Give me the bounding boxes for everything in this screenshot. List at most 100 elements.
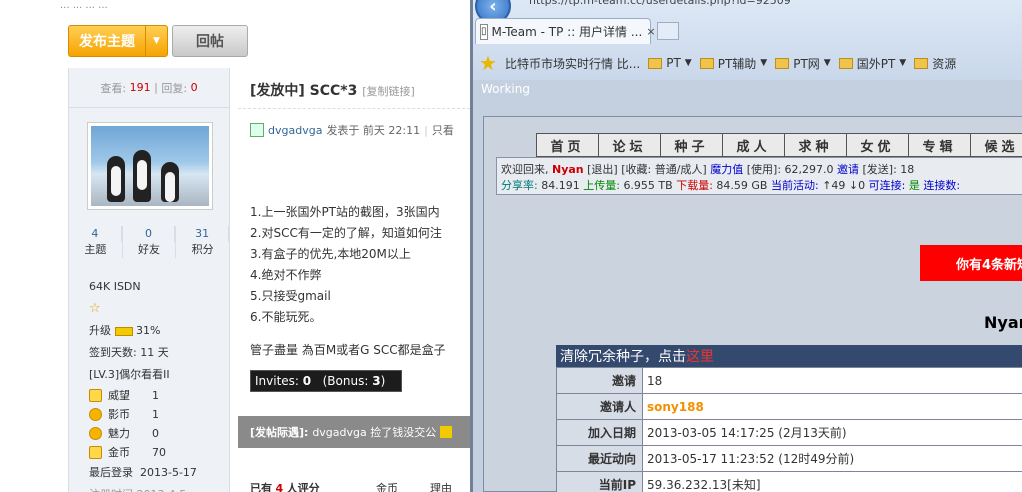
copy-link[interactable]: [复制链接] [362, 85, 415, 98]
stats-separator: | [154, 81, 158, 94]
folder-icon [648, 57, 663, 69]
nav-item-home[interactable]: 首页 [536, 133, 598, 157]
top-cut-text: ... ... ... ... [60, 0, 108, 11]
favorites-star-icon[interactable]: ★ [479, 51, 497, 75]
magic-link[interactable]: 魔力值 [710, 163, 743, 176]
username-link[interactable]: Nyan [552, 163, 584, 176]
table-row: 最近动向 2013-05-17 11:23:52 (12时49分前) [556, 445, 1022, 472]
luck-tag: [发帖际遇]: [250, 426, 309, 439]
view-only-author[interactable]: 只看 [432, 122, 454, 138]
favorites-folder[interactable]: 资源 [914, 55, 956, 72]
last-login-label: 最后登录 [89, 466, 133, 479]
folder-icon [775, 57, 790, 69]
folder-icon [699, 57, 714, 69]
gold-icon [89, 446, 102, 459]
browser-window: ‹ https://tp.m-team.cc/userdetails.php?i… [470, 0, 1022, 492]
replies-label: 回复: [161, 81, 188, 95]
attr-value: 70 [152, 446, 166, 459]
penguin-shape [107, 156, 125, 202]
info-line-2: 分享率: 84.191 上传量: 6.955 TB 下载量: 84.59 GB … [501, 178, 1022, 194]
friends-count[interactable]: 0 好友 [123, 226, 177, 258]
rated-suffix: 人评分 [286, 482, 320, 492]
folder-icon [914, 57, 929, 69]
attr-label: 魅力 [108, 427, 130, 440]
thread-stats: 查看: 191 | 回复: 0 [69, 68, 229, 108]
invite-link[interactable]: 邀请 [837, 163, 859, 176]
row-value: 18 [642, 367, 1022, 394]
reply-button[interactable]: 回帖 [172, 25, 248, 57]
new-tab-button[interactable] [657, 22, 679, 40]
favorites-folder[interactable]: PT ▼ [648, 56, 692, 70]
nav-item-albums[interactable]: 专辑 [908, 133, 970, 157]
forum-page: ... ... ... ... 发布主题 ▼ 回帖 查看: 191 | 回复: … [0, 0, 470, 492]
post-line: 1.上一张国外PT站的截图，3张国内 [250, 205, 440, 219]
post-time: 发表于 前天 22:11 [326, 124, 421, 137]
site-page: 首页 论坛 种子 成人 求种 女优 专辑 候选 欢迎回来, Nyan [退出] … [483, 116, 1022, 492]
user-online-icon [250, 123, 264, 137]
bonus-close: ) [380, 374, 386, 388]
favorites-item[interactable]: 比特币市场实时行情 比... [483, 55, 641, 178]
table-row: 邀请人 sony188 [556, 393, 1022, 420]
attr-film-coin: 影币 1 [89, 405, 197, 424]
upgrade-label: 升级 [89, 324, 111, 337]
sun-icon [89, 427, 102, 440]
shield-icon [89, 389, 102, 402]
nav-item-torrents[interactable]: 种子 [660, 133, 722, 157]
download-label: 下载量: [676, 179, 713, 192]
penguin-shape [161, 162, 179, 202]
penguin-shape [133, 150, 151, 202]
row-key: 邀请 [556, 367, 643, 394]
count-value: 31 [176, 226, 230, 242]
favorites-label: 比特币市场实时行情 比... [504, 56, 641, 71]
favorites-folder[interactable]: PT网 ▼ [775, 55, 831, 72]
upgrade-row: 升级 31% [89, 320, 197, 342]
chevron-down-icon: ▼ [760, 58, 768, 68]
invite-send[interactable]: [发送]: 18 [863, 163, 915, 176]
favorites-folder[interactable]: PT辅助 ▼ [699, 55, 768, 72]
user-counts: 4 主题 0 好友 31 积分 [69, 226, 230, 258]
user-group[interactable]: 64K ISDN [89, 276, 197, 298]
rated-count[interactable]: 4 [276, 482, 284, 492]
favorites-link[interactable]: [收藏: 普通/成人] [621, 163, 707, 176]
nav-item-actresses[interactable]: 女优 [846, 133, 908, 157]
close-icon[interactable]: × [646, 25, 655, 38]
download-value: 84.59 GB [716, 179, 768, 192]
favorites-bar: ★ 比特币市场实时行情 比... PT ▼ PT辅助 ▼ PT网 ▼ 国外PT ▼ 资源 [473, 48, 1022, 178]
logout-link[interactable]: [退出] [587, 163, 618, 176]
chevron-down-icon[interactable]: ▼ [145, 26, 167, 56]
new-messages-alert[interactable]: 你有4条新短 [920, 245, 1022, 281]
nav-item-forum[interactable]: 论坛 [598, 133, 660, 157]
nav-item-requests[interactable]: 求种 [784, 133, 846, 157]
topics-count[interactable]: 4 主题 [69, 226, 123, 258]
welcome-text: 欢迎回来, [501, 163, 549, 176]
info-line-1: 欢迎回来, Nyan [退出] [收藏: 普通/成人] 魔力值 [使用]: 62… [501, 162, 1022, 178]
favorites-label: 资源 [932, 56, 957, 71]
points-count[interactable]: 31 积分 [176, 226, 230, 258]
address-bar[interactable]: https://tp.m-team.cc/userdetails.php?id=… [529, 0, 1022, 8]
row-value: 2013-05-17 11:23:52 (12时49分前) [642, 445, 1022, 472]
nav-item-candidates[interactable]: 候选 [970, 133, 1022, 157]
chevron-down-icon: ▼ [899, 58, 907, 68]
avatar[interactable] [87, 122, 213, 210]
post-thread-button[interactable]: 发布主题 ▼ [68, 25, 168, 57]
post-luck-bar: [发帖际遇]: dvgadvga 捡了钱没交公 [238, 416, 470, 448]
page-icon: ▯ [480, 23, 488, 40]
connectable-value: 是 [908, 179, 920, 192]
inviter-link[interactable]: sony188 [642, 393, 1022, 420]
star-icon: ☆ [89, 301, 101, 316]
clean-text: 清除冗余种子，点击 [560, 349, 686, 365]
clean-torrents-banner: 清除冗余种子，点击 这里 [556, 345, 1022, 367]
upload-label: 上传量: [583, 179, 620, 192]
user-level: [LV.3]偶尔看看II [89, 368, 170, 381]
clean-here-link[interactable]: 这里 [686, 346, 714, 366]
tab-m-team[interactable]: ▯ M-Team - TP :: 用户详情 ... × [475, 18, 656, 44]
site-nav: 首页 论坛 种子 成人 求种 女优 专辑 候选 [536, 133, 1022, 157]
author-link[interactable]: dvgadvga [268, 124, 322, 137]
active-label: 当前活动: [770, 179, 819, 192]
active-value[interactable]: ↑49 ↓0 [822, 179, 865, 192]
rated-col-gold: 金币 [376, 482, 398, 492]
favorites-folder[interactable]: 国外PT ▼ [838, 55, 907, 72]
thread-title-text: [发放中] SCC*3 [250, 83, 358, 99]
nav-item-adult[interactable]: 成人 [722, 133, 784, 157]
favorites-label: PT辅助 [717, 56, 757, 71]
